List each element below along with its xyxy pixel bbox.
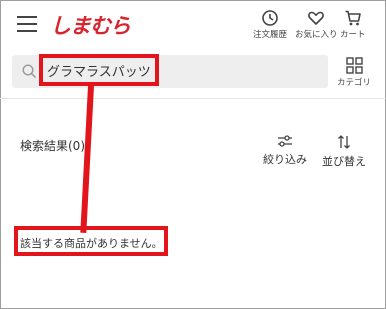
cart-icon	[345, 10, 361, 26]
header: しまむら 注文履歴 お気に入り カート	[0, 0, 386, 48]
grid-icon	[345, 57, 363, 74]
divider	[0, 98, 386, 99]
sort-arrows-icon	[338, 135, 350, 149]
filter-button[interactable]: 絞り込み	[263, 134, 307, 167]
order-history-button[interactable]: 注文履歴	[253, 9, 287, 40]
search-highlight-box	[39, 54, 159, 86]
search-result-count: 検索結果(0)	[20, 139, 85, 153]
message-highlight-box	[14, 226, 168, 256]
logo[interactable]: しまむら	[50, 10, 131, 40]
search-icon	[22, 64, 37, 79]
category-button[interactable]: カテゴリ	[334, 57, 374, 88]
hamburger-menu-icon[interactable]	[17, 16, 37, 32]
favorites-button[interactable]: お気に入り	[295, 9, 338, 40]
heart-icon	[308, 11, 325, 25]
cart-label: カート	[340, 30, 366, 40]
filter-label: 絞り込み	[263, 153, 307, 166]
cart-button[interactable]: カート	[340, 9, 366, 40]
order-history-label: 注文履歴	[253, 30, 288, 40]
category-label: カテゴリ	[336, 78, 371, 88]
filter-sliders-icon	[278, 135, 292, 147]
sort-label: 並び替え	[322, 155, 366, 168]
clock-icon	[262, 10, 278, 26]
favorites-label: お気に入り	[295, 30, 338, 40]
sort-button[interactable]: 並び替え	[322, 134, 366, 169]
highlight-connector-line	[80, 85, 94, 233]
